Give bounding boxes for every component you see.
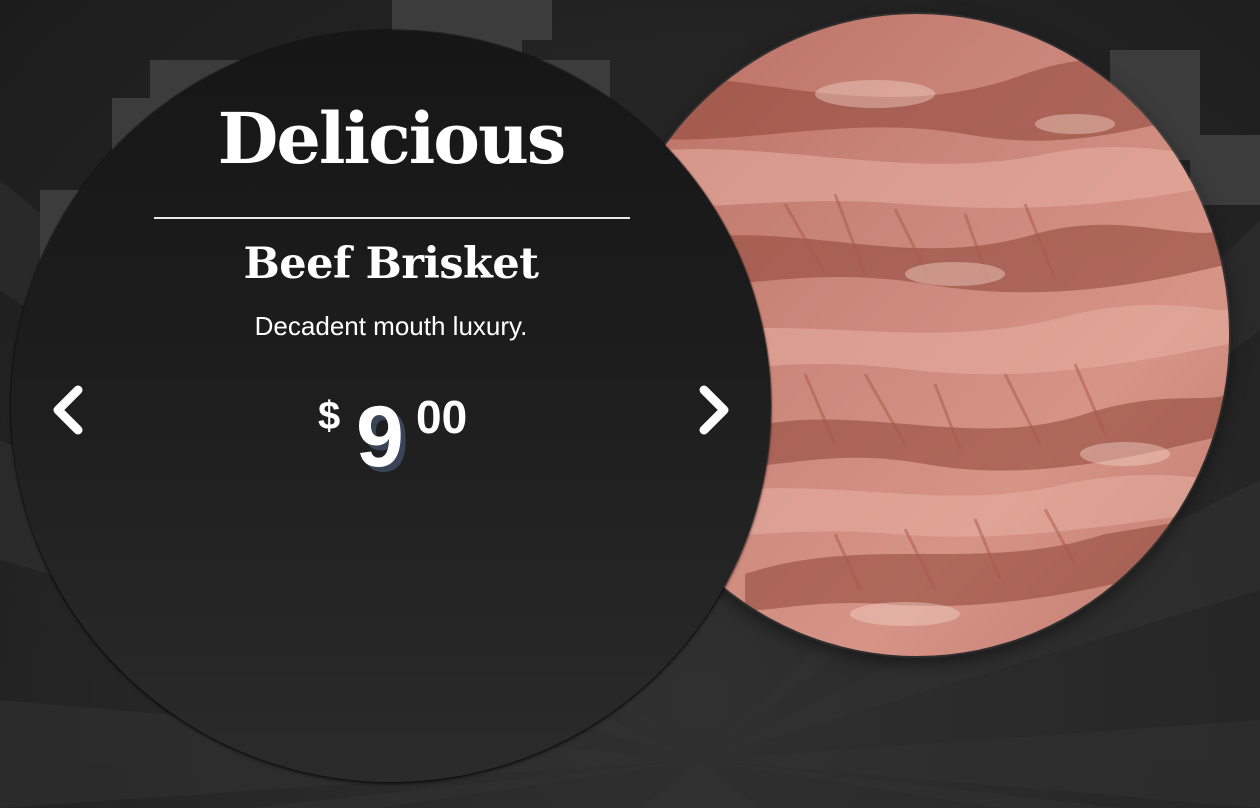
page-background: Delicious Beef Brisket Decadent mouth lu… [0,0,1260,808]
price-currency: $ [318,394,341,438]
page-title: Delicious [217,97,567,180]
chevron-right-icon [699,385,729,435]
menu-item-price: $ 9 00 [316,388,496,498]
menu-item-name: Beef Brisket [243,239,539,289]
previous-item-button[interactable] [48,384,88,436]
price-dollars: 9 [356,389,404,485]
next-item-button[interactable] [694,384,734,436]
title-divider [154,217,630,219]
chevron-left-icon [53,385,83,435]
menu-item-description: Decadent mouth luxury. [254,311,528,341]
price-cents: 00 [416,391,468,443]
